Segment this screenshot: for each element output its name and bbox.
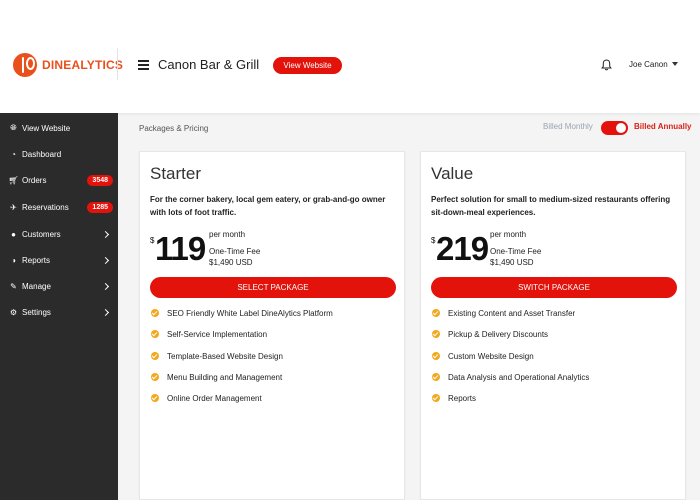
billing-toggle[interactable]: [601, 121, 628, 135]
view-website-button[interactable]: View Website: [273, 57, 342, 74]
sidebar-item-orders[interactable]: 🛒︎ Orders 3548: [0, 170, 118, 190]
list-item: Self-Service Implementation: [150, 329, 333, 350]
check-icon: [432, 309, 440, 317]
list-item: Menu Building and Management: [150, 372, 333, 393]
list-item: Custom Website Design: [431, 351, 589, 372]
select-package-button[interactable]: SELECT PACKAGE: [150, 277, 396, 298]
sidebar-item-manage[interactable]: ✎ Manage: [0, 276, 118, 296]
package-card-value: Value Perfect solution for small to medi…: [420, 151, 686, 500]
chevron-down-icon[interactable]: [672, 62, 678, 66]
price-currency: $: [431, 236, 436, 245]
breadcrumb: Packages & Pricing: [139, 124, 209, 133]
sidebar-item-label: Dashboard: [22, 149, 62, 159]
one-time-fee-label: One-Time Fee: [209, 247, 261, 256]
list-item: Existing Content and Asset Transfer: [431, 308, 589, 329]
users-icon: ●: [11, 229, 16, 239]
reservation-icon: ✈︎: [10, 202, 17, 212]
check-icon: [151, 330, 159, 339]
sidebar-item-reservations[interactable]: ✈︎ Reservations 1285: [0, 197, 118, 217]
switch-package-button[interactable]: SWITCH PACKAGE: [431, 277, 677, 298]
price-period: per month: [490, 230, 527, 239]
dashboard-icon: ◔: [11, 149, 16, 159]
check-icon: [432, 372, 440, 381]
list-item: Data Analysis and Operational Analytics: [431, 372, 589, 393]
one-time-fee-amount: $1,490 USD: [490, 258, 534, 267]
logo-text: DINEALYTICS: [42, 58, 124, 72]
logo-icon: [13, 53, 37, 77]
sidebar-item-label: Reports: [22, 255, 51, 265]
sidebar-item-label: Customers: [22, 229, 61, 239]
price-currency: $: [150, 236, 155, 245]
sidebar-item-label: Manage: [22, 281, 51, 291]
sidebar-item-customers[interactable]: ● Customers: [0, 224, 118, 244]
check-icon: [432, 330, 440, 339]
package-description: For the corner bakery, local gem eatery,…: [150, 195, 386, 217]
sidebar-item-label: Settings: [22, 307, 51, 317]
restaurant-name: Canon Bar & Grill: [158, 57, 260, 72]
check-icon: [432, 394, 440, 403]
list-item: Template-Based Website Design: [150, 351, 333, 372]
list-item: Reports: [431, 393, 589, 414]
one-time-fee-amount: $1,490 USD: [209, 258, 253, 267]
check-icon: [151, 351, 159, 360]
list-item: Online Order Management: [150, 393, 333, 414]
sidebar-item-label: Orders: [22, 175, 47, 185]
chevron-right-icon: [101, 282, 110, 290]
reservations-count-badge: 1285: [87, 201, 113, 213]
sidebar-item-dashboard[interactable]: ◔ Dashboard: [0, 144, 118, 164]
menu-icon[interactable]: [138, 60, 149, 70]
bell-icon[interactable]: [601, 59, 612, 71]
sidebar-item-label: View Website: [22, 123, 71, 133]
package-price: 119: [155, 230, 206, 267]
logo[interactable]: DINEALYTICS: [13, 53, 123, 77]
cart-icon: 🛒︎: [8, 175, 19, 185]
sidebar-item-settings[interactable]: ⚙︎ Settings: [0, 302, 118, 322]
package-card-starter: Starter For the corner bakery, local gem…: [139, 151, 405, 500]
check-icon: [151, 309, 159, 317]
billed-annually-label[interactable]: Billed Annually: [634, 122, 692, 131]
package-title: Value: [431, 164, 474, 183]
list-item: Pickup & Delivery Discounts: [431, 329, 589, 350]
billed-monthly-label[interactable]: Billed Monthly: [543, 122, 593, 131]
chevron-right-icon: [101, 230, 110, 238]
toggle-knob: [616, 123, 626, 133]
chevron-right-icon: [101, 308, 110, 316]
check-icon: [151, 372, 159, 381]
feature-list: SEO Friendly White Label DineAlytics Pla…: [150, 308, 333, 414]
list-item: SEO Friendly White Label DineAlytics Pla…: [150, 308, 333, 329]
top-header: DINEALYTICS Canon Bar & Grill View Websi…: [0, 0, 700, 113]
package-title: Starter: [150, 164, 202, 183]
price-period: per month: [209, 230, 246, 239]
package-price: 219: [436, 230, 489, 267]
user-name[interactable]: Joe Canon: [629, 60, 668, 69]
sidebar-item-reports[interactable]: ◑ Reports: [0, 250, 118, 270]
one-time-fee-label: One-Time Fee: [490, 247, 542, 256]
edit-icon: ✎: [10, 281, 17, 291]
chevron-right-icon: [101, 256, 110, 264]
check-icon: [432, 351, 440, 360]
check-icon: [151, 394, 159, 403]
sidebar: 🌐︎ View Website ◔ Dashboard 🛒︎ Orders 35…: [0, 113, 118, 500]
sidebar-item-label: Reservations: [22, 202, 69, 212]
globe-icon: 🌐︎: [10, 123, 17, 132]
sidebar-item-view-website[interactable]: 🌐︎ View Website: [0, 118, 118, 138]
chart-icon: ◑: [11, 255, 16, 265]
gear-icon: ⚙︎: [9, 307, 18, 317]
orders-count-badge: 3548: [87, 174, 113, 186]
package-description: Perfect solution for small to medium-siz…: [431, 195, 671, 217]
header-divider: [117, 48, 118, 80]
feature-list: Existing Content and Asset Transfer Pick…: [431, 308, 589, 414]
